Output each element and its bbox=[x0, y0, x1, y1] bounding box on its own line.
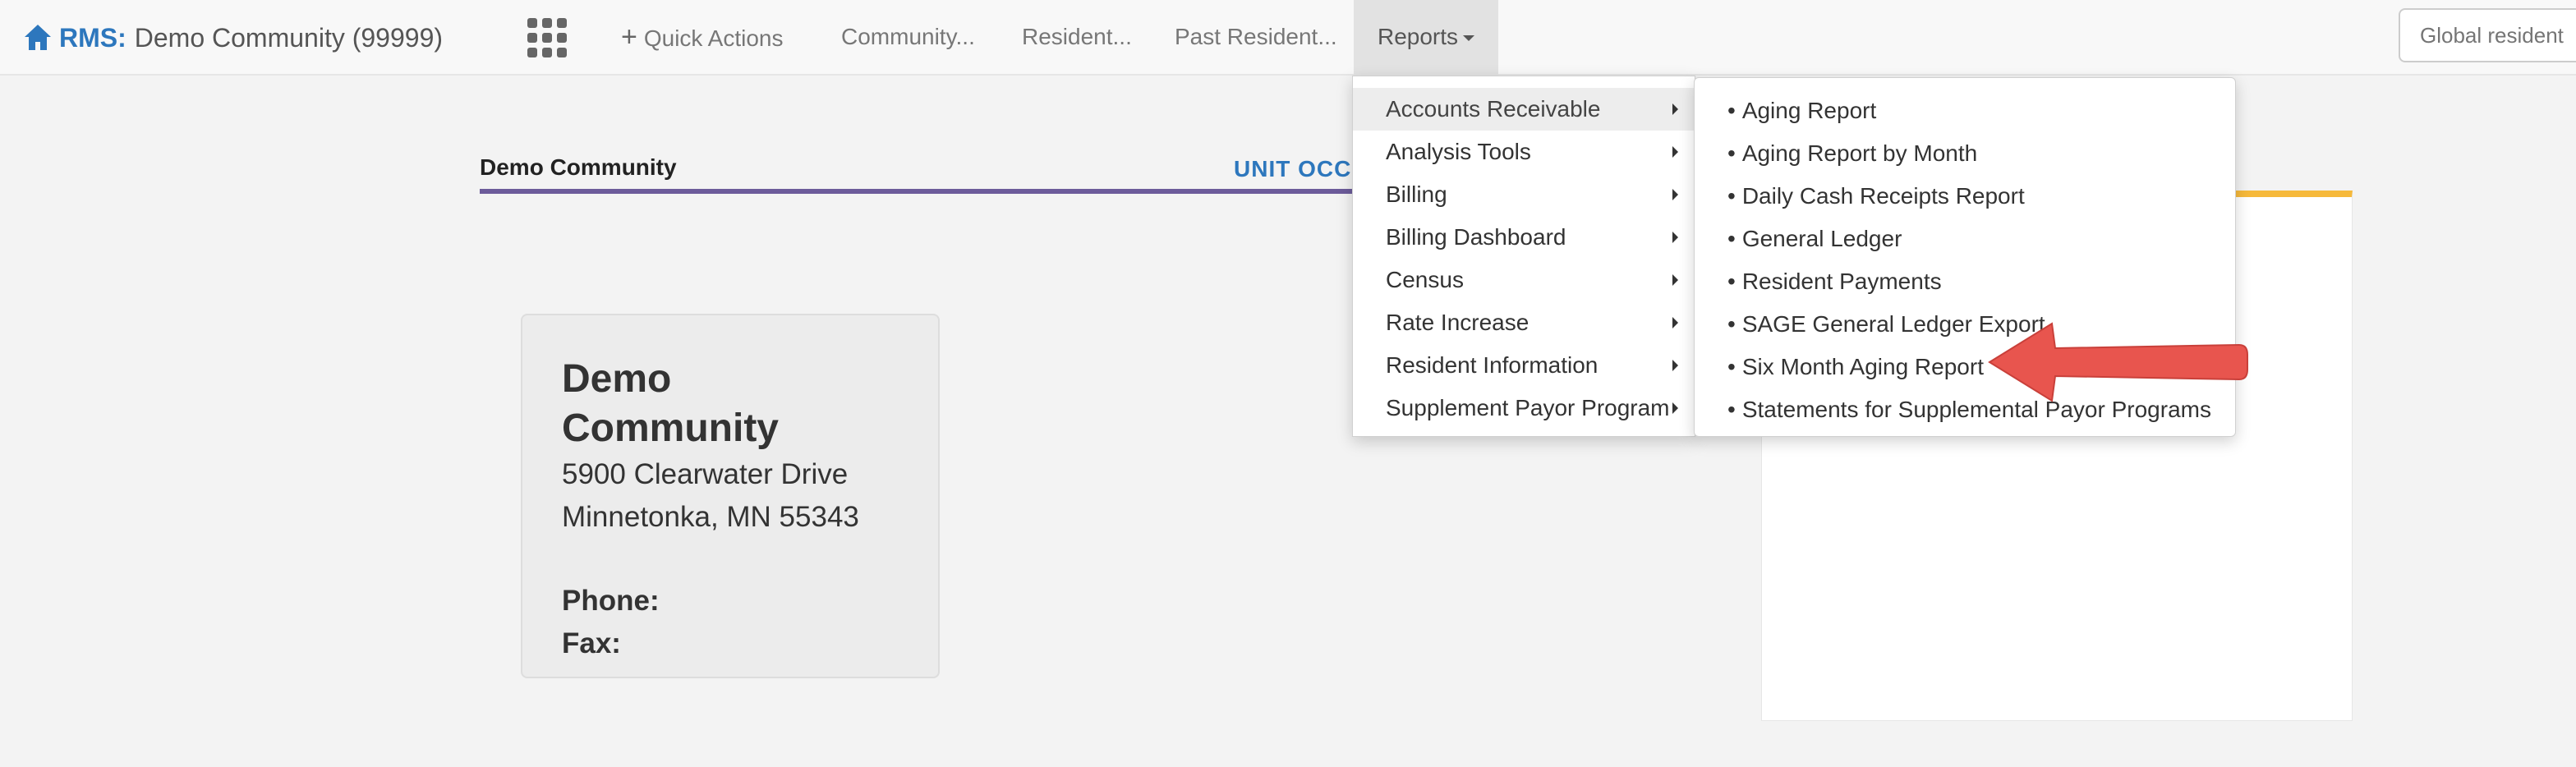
caret-right-icon bbox=[1672, 189, 1678, 200]
caret-right-icon bbox=[1672, 317, 1678, 328]
menu-item-supplement-payor-program[interactable]: Supplement Payor Program bbox=[1353, 387, 1695, 429]
home-icon bbox=[25, 25, 51, 50]
submenu-item-aging-report-by-month[interactable]: • Aging Report by Month bbox=[1695, 132, 2235, 175]
menu-item-label: Supplement Payor Program bbox=[1386, 395, 1670, 420]
card-phone-label: Phone: bbox=[562, 585, 660, 617]
submenu-item-resident-payments[interactable]: • Resident Payments bbox=[1695, 260, 2235, 303]
caret-right-icon bbox=[1672, 146, 1678, 158]
apps-grid-icon[interactable] bbox=[527, 18, 567, 57]
nav-quick-actions[interactable]: + Quick Actions bbox=[621, 0, 784, 74]
submenu-item-label: Aging Report bbox=[1741, 98, 1877, 123]
submenu-item-aging-report[interactable]: • Aging Report bbox=[1695, 90, 2235, 132]
menu-item-billing[interactable]: Billing bbox=[1353, 173, 1695, 216]
nav-reports-label: Reports bbox=[1377, 24, 1459, 49]
annotation-arrow-icon bbox=[1988, 322, 2248, 402]
menu-item-analysis-tools[interactable]: Analysis Tools bbox=[1353, 131, 1695, 173]
nav-reports[interactable]: Reports bbox=[1354, 0, 1498, 76]
bullet: • bbox=[1727, 354, 1736, 379]
submenu-item-general-ledger[interactable]: • General Ledger bbox=[1695, 218, 2235, 260]
plus-icon: + bbox=[621, 21, 637, 53]
nav-past-resident[interactable]: Past Resident... bbox=[1175, 0, 1337, 74]
bullet: • bbox=[1727, 140, 1736, 166]
submenu-item-daily-cash-receipts-report[interactable]: • Daily Cash Receipts Report bbox=[1695, 175, 2235, 218]
reports-dropdown-menu: Accounts Receivable Analysis Tools Billi… bbox=[1352, 76, 1695, 437]
community-title: Demo Community (99999) bbox=[134, 22, 444, 53]
menu-item-label: Analysis Tools bbox=[1386, 139, 1531, 164]
caret-down-icon bbox=[1463, 35, 1475, 42]
bullet: • bbox=[1727, 311, 1736, 337]
menu-item-label: Billing bbox=[1386, 181, 1447, 207]
caret-right-icon bbox=[1672, 402, 1678, 414]
section-divider bbox=[480, 189, 1367, 194]
brand[interactable]: RMS: Demo Community (99999) bbox=[21, 15, 443, 61]
bullet: • bbox=[1727, 183, 1736, 209]
card-community-name: Demo Community bbox=[562, 357, 779, 450]
nav-community[interactable]: Community... bbox=[841, 0, 975, 74]
menu-item-census[interactable]: Census bbox=[1353, 259, 1695, 301]
menu-item-label: Billing Dashboard bbox=[1386, 224, 1566, 250]
bullet: • bbox=[1727, 397, 1736, 422]
menu-item-billing-dashboard[interactable]: Billing Dashboard bbox=[1353, 216, 1695, 259]
community-address-card: Demo Community 5900 Clearwater Drive Min… bbox=[521, 314, 940, 678]
caret-right-icon bbox=[1672, 360, 1678, 371]
submenu-item-label: Daily Cash Receipts Report bbox=[1741, 183, 2025, 209]
menu-item-label: Resident Information bbox=[1386, 352, 1598, 378]
tab-unit-occupancy[interactable]: UNIT OCCU bbox=[1234, 156, 1369, 182]
menu-item-accounts-receivable[interactable]: Accounts Receivable bbox=[1353, 88, 1695, 131]
menu-item-resident-information[interactable]: Resident Information bbox=[1353, 344, 1695, 387]
nav-quick-actions-label: Quick Actions bbox=[643, 25, 784, 51]
card-address-line1: 5900 Clearwater Drive bbox=[562, 458, 849, 490]
page-title: Demo Community bbox=[480, 154, 677, 180]
submenu-item-label: Aging Report by Month bbox=[1741, 140, 1978, 166]
menu-item-label: Accounts Receivable bbox=[1386, 96, 1601, 122]
submenu-item-label: Resident Payments bbox=[1741, 269, 1942, 294]
top-navbar: RMS: Demo Community (99999) + Quick Actio… bbox=[0, 0, 2576, 76]
caret-right-icon bbox=[1672, 232, 1678, 243]
nav-resident[interactable]: Resident... bbox=[1022, 0, 1132, 74]
global-resident-search-input[interactable] bbox=[2399, 8, 2576, 62]
menu-item-label: Census bbox=[1386, 267, 1464, 292]
card-address-line2: Minnetonka, MN 55343 bbox=[562, 501, 859, 533]
brand-label: RMS: bbox=[59, 22, 126, 53]
menu-item-label: Rate Increase bbox=[1386, 310, 1530, 335]
submenu-item-label: Six Month Aging Report bbox=[1741, 354, 1984, 379]
menu-item-rate-increase[interactable]: Rate Increase bbox=[1353, 301, 1695, 344]
bullet: • bbox=[1727, 226, 1736, 251]
card-fax-label: Fax: bbox=[562, 627, 621, 659]
bullet: • bbox=[1727, 98, 1736, 123]
caret-right-icon bbox=[1672, 274, 1678, 286]
submenu-item-label: General Ledger bbox=[1741, 226, 1902, 251]
bullet: • bbox=[1727, 269, 1736, 294]
caret-right-icon bbox=[1672, 103, 1678, 115]
